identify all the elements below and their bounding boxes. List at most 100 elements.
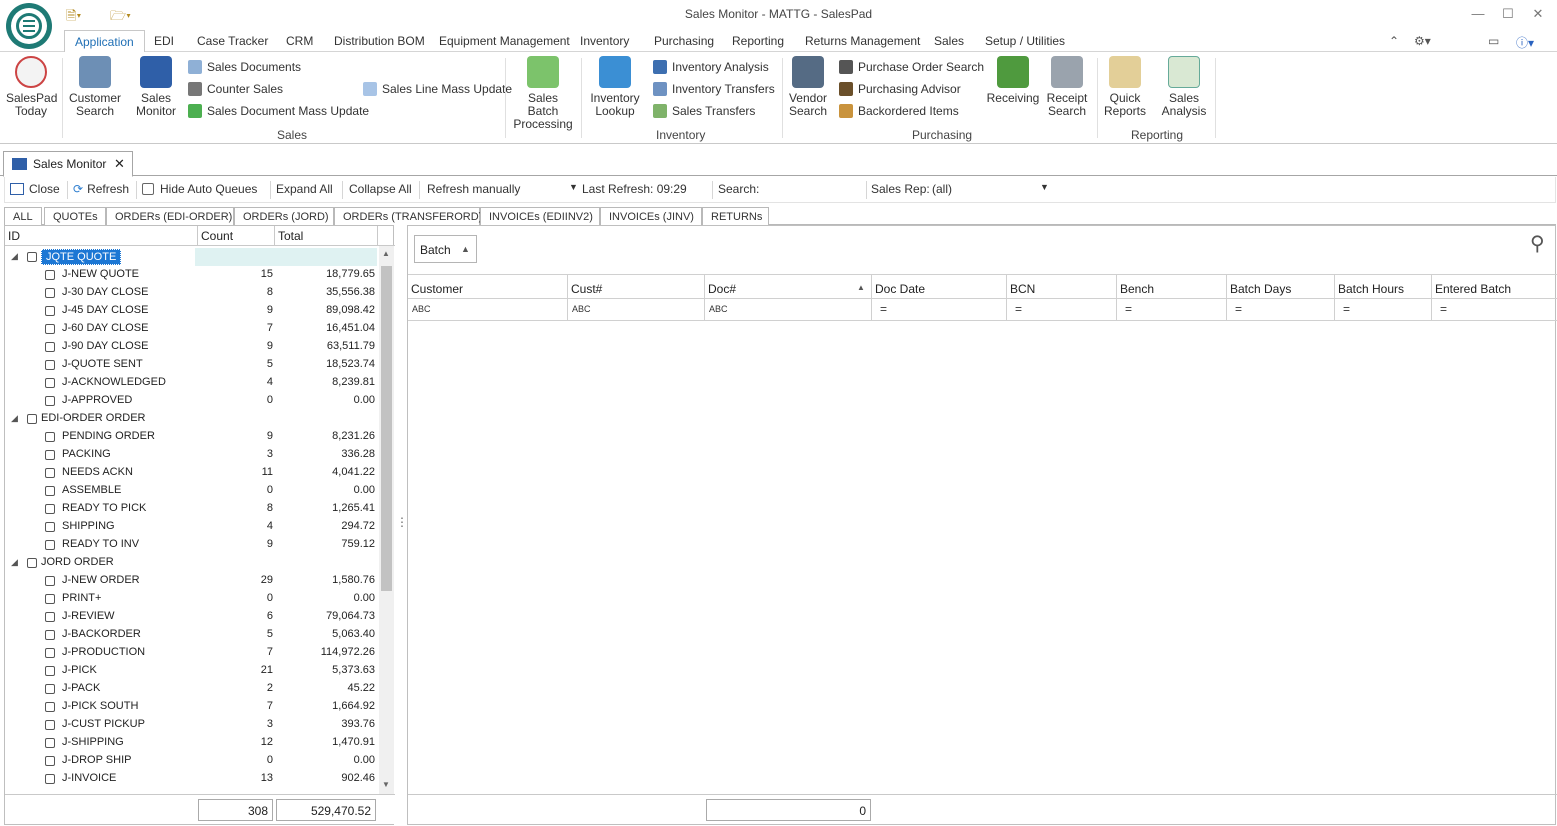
queue-checkbox[interactable] (27, 252, 37, 262)
queue-checkbox[interactable] (45, 684, 55, 694)
queue-row[interactable]: J-30 DAY CLOSE 8 35,556.38 (5, 284, 379, 302)
queue-checkbox[interactable] (45, 594, 55, 604)
queue-checkbox[interactable] (45, 306, 55, 316)
menu-case-tracker[interactable]: Case Tracker (197, 34, 268, 48)
queue-row[interactable]: PACKING 3 336.28 (5, 446, 379, 464)
queue-row[interactable]: J-QUOTE SENT 5 18,523.74 (5, 356, 379, 374)
queue-checkbox[interactable] (45, 360, 55, 370)
help-icon[interactable]: ⓘ▾ (1516, 34, 1534, 51)
menu-purchasing[interactable]: Purchasing (654, 34, 714, 48)
tab-invoices-jinv[interactable]: INVOICEs (JINV) (600, 207, 702, 226)
queue-row[interactable]: READY TO INV 9 759.12 (5, 536, 379, 554)
queue-checkbox[interactable] (45, 486, 55, 496)
queue-checkbox[interactable] (45, 468, 55, 478)
queue-row[interactable]: J-PICK SOUTH 7 1,664.92 (5, 698, 379, 716)
minimize-icon[interactable]: — (1470, 6, 1486, 22)
menu-sales[interactable]: Sales (934, 34, 964, 48)
queue-row[interactable]: J-SHIPPING 12 1,470.91 (5, 734, 379, 752)
collapse-ribbon-icon[interactable]: ⌃ (1389, 34, 1399, 48)
filter-batch-days[interactable]: = (1227, 299, 1335, 321)
tab-orders-transferord[interactable]: ORDERs (TRANSFERORD) (334, 207, 482, 226)
refresh-mode-dropdown[interactable]: Refresh manually ▼ (427, 182, 578, 196)
sales-batch-processing-button[interactable]: Sales Batch Processing (511, 56, 575, 131)
scroll-up-icon[interactable]: ▲ (382, 249, 390, 258)
filter-bcn[interactable]: = (1007, 299, 1117, 321)
sales-analysis-button[interactable]: Sales Analysis (1158, 56, 1210, 118)
queue-row[interactable]: J-PICK 21 5,373.63 (5, 662, 379, 680)
inventory-transfers-button[interactable]: Inventory Transfers (653, 81, 775, 99)
queue-row[interactable]: J-NEW QUOTE 15 18,779.65 (5, 266, 379, 284)
queue-group-row[interactable]: ◢ EDI-ORDER ORDER (5, 410, 379, 428)
column-header-entered-batch[interactable]: Entered Batch (1432, 275, 1556, 300)
queue-row[interactable]: J-PRODUCTION 7 114,972.26 (5, 644, 379, 662)
column-header-id[interactable]: ID (5, 226, 198, 246)
queue-checkbox[interactable] (45, 288, 55, 298)
options-gear-icon[interactable]: ⚙▾ (1414, 34, 1431, 48)
queue-row[interactable]: J-APPROVED 0 0.00 (5, 392, 379, 410)
column-header-bcn[interactable]: BCN (1007, 275, 1117, 300)
menu-equipment-management[interactable]: Equipment Management (439, 34, 570, 48)
queue-row[interactable]: J-ACKNOWLEDGED 4 8,239.81 (5, 374, 379, 392)
hide-auto-queues-checkbox[interactable]: Hide Auto Queues (142, 182, 257, 196)
column-header-total[interactable]: Total (275, 226, 378, 246)
filter-doc-date[interactable]: = (872, 299, 1007, 321)
queue-checkbox[interactable] (27, 414, 37, 424)
expand-all-button[interactable]: Expand All (276, 182, 333, 196)
queue-row[interactable]: J-REVIEW 6 79,064.73 (5, 608, 379, 626)
sales-monitor-button[interactable]: Sales Monitor (130, 56, 182, 118)
column-header-batch-days[interactable]: Batch Days (1227, 275, 1335, 300)
expand-toggle-icon[interactable]: ◢ (11, 557, 18, 568)
customer-search-button[interactable]: Customer Search (68, 56, 122, 118)
quick-access-folder-icon[interactable]: 🗁▾ (110, 7, 132, 23)
queue-row[interactable]: SHIPPING 4 294.72 (5, 518, 379, 536)
queue-row[interactable]: J-NEW ORDER 29 1,580.76 (5, 572, 379, 590)
receiving-button[interactable]: Receiving (986, 56, 1040, 105)
queue-row[interactable]: J-INVOICE 13 902.46 (5, 770, 379, 788)
menu-edi[interactable]: EDI (154, 34, 174, 48)
refresh-button[interactable]: ⟳ Refresh (73, 182, 129, 196)
queue-row[interactable]: J-CUST PICKUP 3 393.76 (5, 716, 379, 734)
panel-splitter[interactable]: ⋮ (396, 515, 408, 529)
filter-cust-number[interactable]: ABC (568, 299, 705, 321)
backordered-items-button[interactable]: Backordered Items (839, 103, 959, 121)
queue-checkbox[interactable] (45, 432, 55, 442)
tab-quotes[interactable]: QUOTEs (44, 207, 106, 226)
column-header-count[interactable]: Count (198, 226, 275, 246)
queue-row[interactable]: NEEDS ACKN 11 4,041.22 (5, 464, 379, 482)
filter-doc-number[interactable]: ABC (705, 299, 872, 321)
queue-row[interactable]: J-45 DAY CLOSE 9 89,098.42 (5, 302, 379, 320)
sales-rep-dropdown[interactable]: (all) ▼ (932, 182, 1050, 196)
queue-checkbox[interactable] (45, 522, 55, 532)
queue-checkbox[interactable] (45, 612, 55, 622)
queue-row[interactable]: PENDING ORDER 9 8,231.26 (5, 428, 379, 446)
tab-returns[interactable]: RETURNs (702, 207, 769, 226)
salespad-today-button[interactable]: SalesPad Today (6, 56, 57, 118)
quick-access-save-icon[interactable]: 🗎▾ (66, 7, 88, 23)
inventory-lookup-button[interactable]: Inventory Lookup (587, 56, 643, 118)
tab-orders-jord[interactable]: ORDERs (JORD) (234, 207, 334, 226)
vendor-search-button[interactable]: Vendor Search (786, 56, 830, 118)
close-tab-icon[interactable]: ✕ (114, 156, 125, 172)
filter-entered-batch[interactable]: = (1432, 299, 1556, 321)
menu-crm[interactable]: CRM (286, 34, 313, 48)
queue-checkbox[interactable] (45, 648, 55, 658)
queue-row[interactable]: J-BACKORDER 5 5,063.40 (5, 626, 379, 644)
queue-checkbox[interactable] (45, 738, 55, 748)
close-button[interactable]: Close (10, 182, 60, 196)
queue-row[interactable]: J-60 DAY CLOSE 7 16,451.04 (5, 320, 379, 338)
inventory-analysis-button[interactable]: Inventory Analysis (653, 59, 769, 77)
column-header-batch-hours[interactable]: Batch Hours (1335, 275, 1432, 300)
queue-checkbox[interactable] (45, 540, 55, 550)
receipt-search-button[interactable]: Receipt Search (1044, 56, 1090, 118)
collapse-all-button[interactable]: Collapse All (349, 182, 412, 196)
menu-application[interactable]: Application (64, 30, 145, 53)
tab-sales-monitor[interactable]: Sales Monitor ✕ (3, 151, 133, 177)
sales-transfers-button[interactable]: Sales Transfers (653, 103, 755, 121)
group-by-batch-chip[interactable]: Batch ▲ (414, 235, 477, 263)
sales-line-mass-update-button[interactable]: Sales Line Mass Update (363, 81, 512, 99)
column-header-doc-number[interactable]: Doc# ▲ (705, 275, 872, 300)
search-input[interactable] (762, 180, 864, 200)
purchasing-advisor-button[interactable]: Purchasing Advisor (839, 81, 961, 99)
queue-row[interactable]: READY TO PICK 8 1,265.41 (5, 500, 379, 518)
queue-row[interactable]: J-90 DAY CLOSE 9 63,511.79 (5, 338, 379, 356)
